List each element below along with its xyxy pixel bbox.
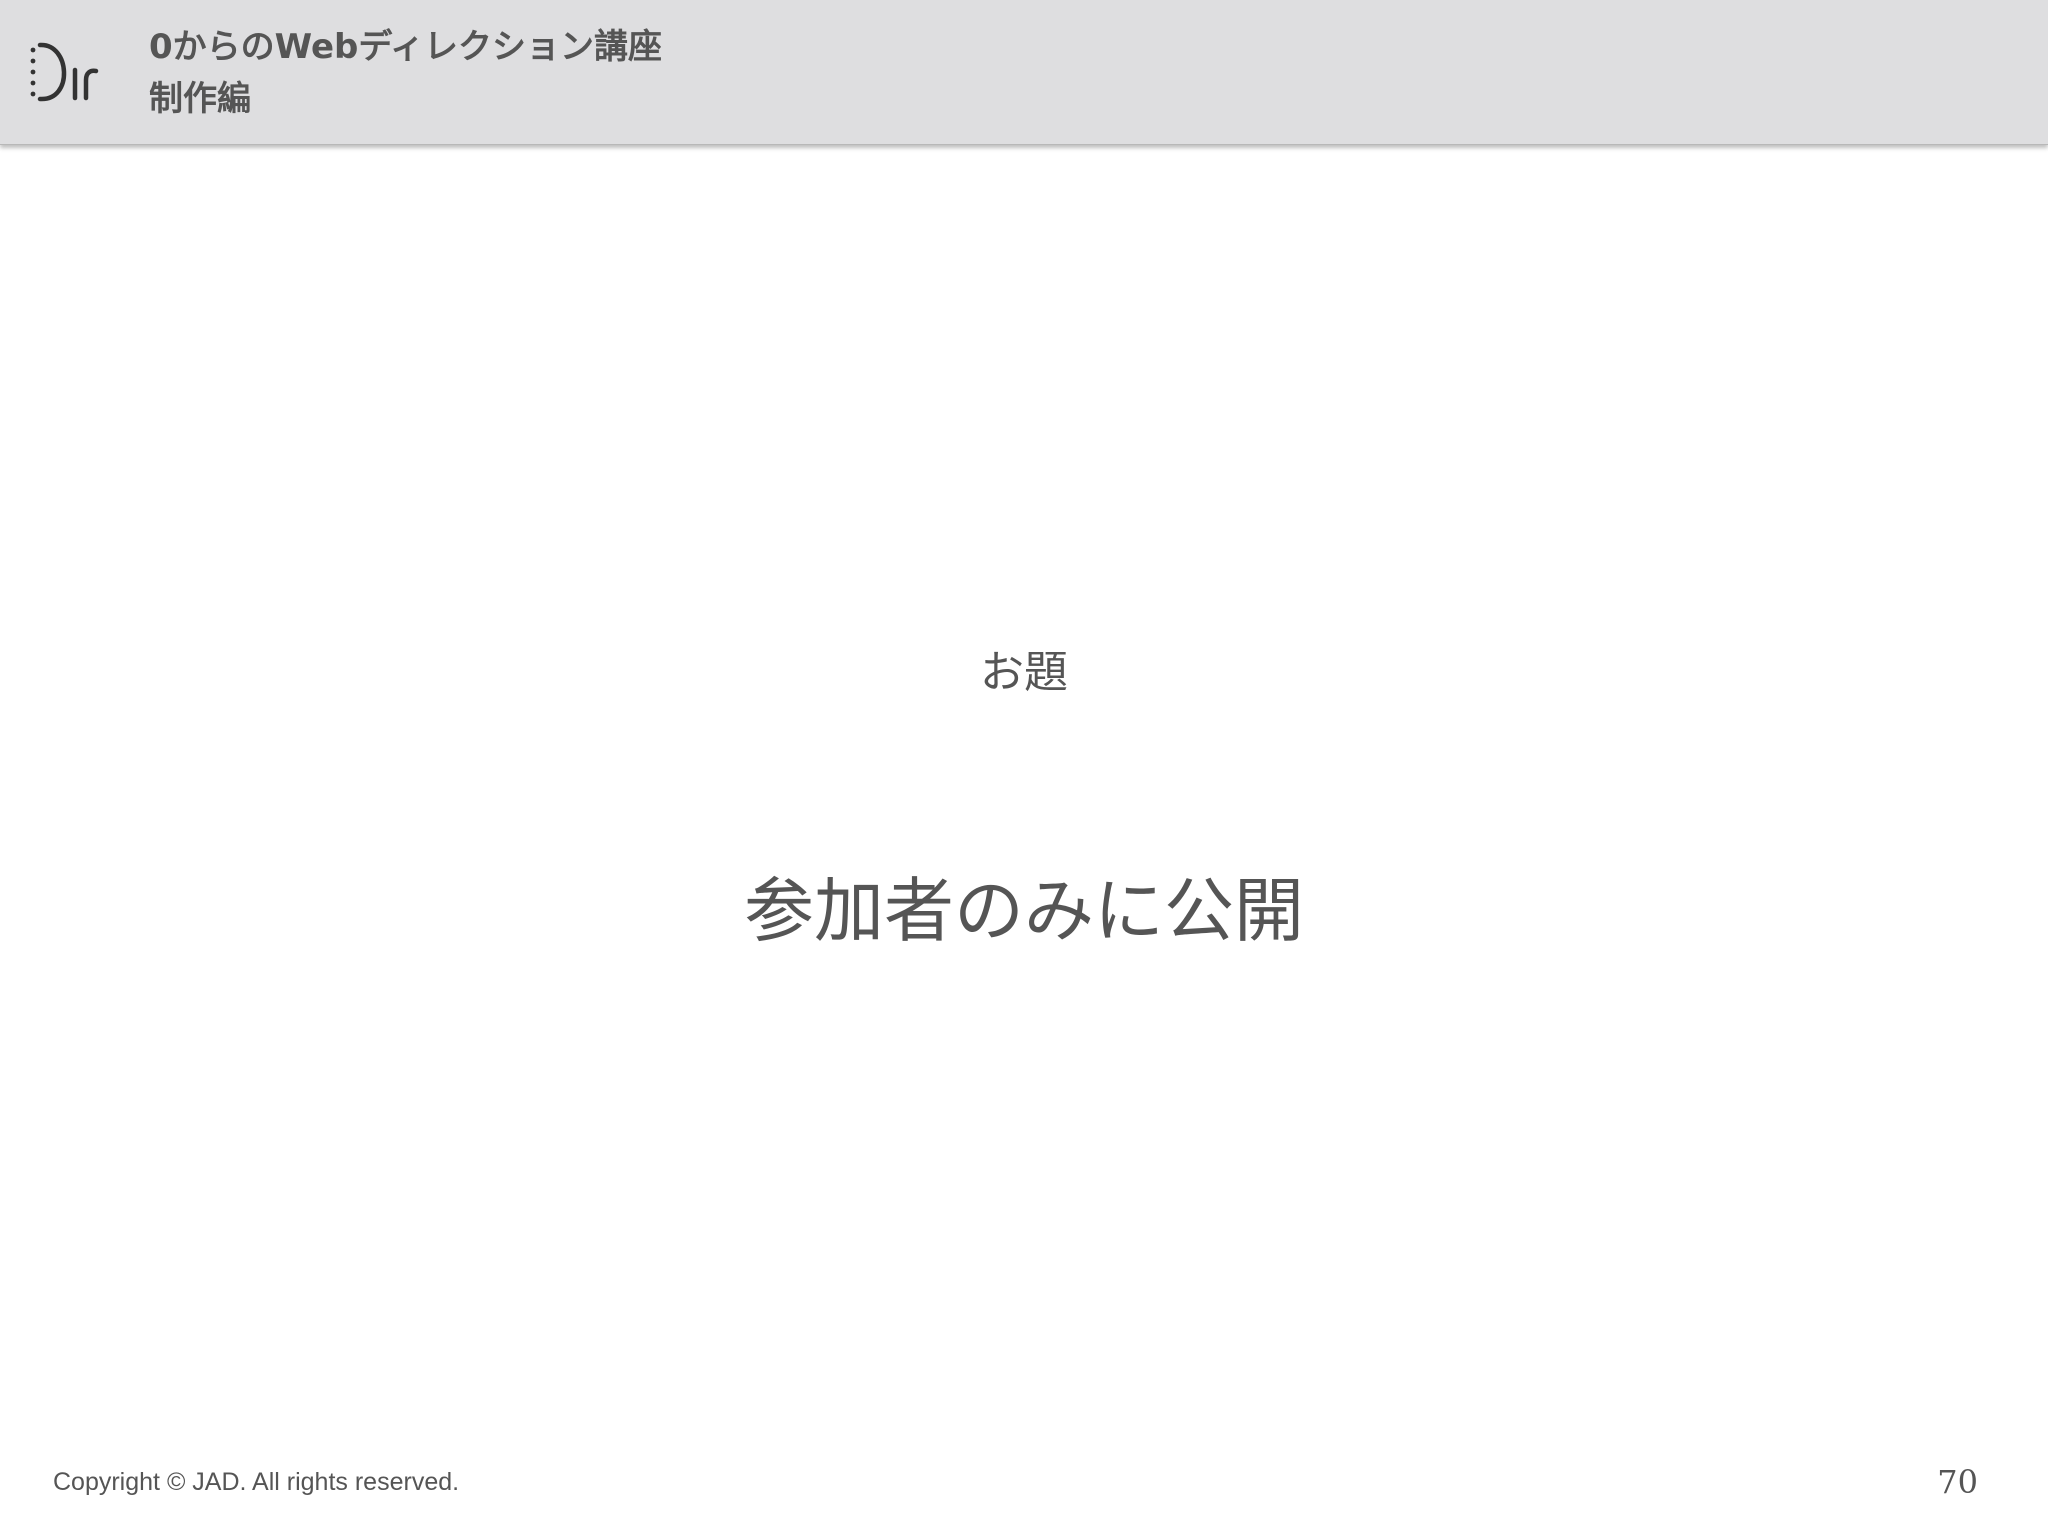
topic-value: 参加者のみに公開 xyxy=(744,870,1304,952)
copyright-notice: Copyright © JAD. All rights reserved. xyxy=(53,1468,460,1496)
course-title: 0からのWebディレクション講座 xyxy=(149,27,662,67)
page-number: 70 xyxy=(1937,1463,1978,1501)
dir-logo-icon xyxy=(30,42,99,102)
course-subtitle: 制作編 xyxy=(149,79,251,119)
topic-label: お題 xyxy=(980,647,1068,698)
slide-header: 0からのWebディレクション講座 制作編 xyxy=(0,0,2048,145)
